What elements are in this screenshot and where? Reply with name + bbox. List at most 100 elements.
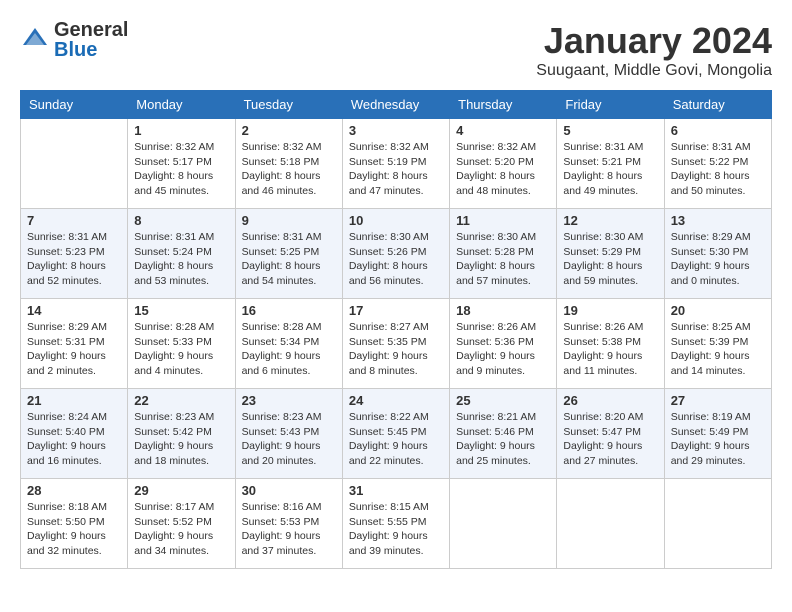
day-number: 12 <box>563 213 657 228</box>
calendar-cell: 22 Sunrise: 8:23 AM Sunset: 5:42 PM Dayli… <box>128 389 235 479</box>
calendar-cell: 2 Sunrise: 8:32 AM Sunset: 5:18 PM Daylig… <box>235 119 342 209</box>
calendar-cell: 5 Sunrise: 8:31 AM Sunset: 5:21 PM Daylig… <box>557 119 664 209</box>
calendar-week-row: 7 Sunrise: 8:31 AM Sunset: 5:23 PM Daylig… <box>21 209 772 299</box>
day-info: Sunrise: 8:26 AM Sunset: 5:36 PM Dayligh… <box>456 320 550 379</box>
day-number: 14 <box>27 303 121 318</box>
day-number: 1 <box>134 123 228 138</box>
day-number: 16 <box>242 303 336 318</box>
day-info: Sunrise: 8:18 AM Sunset: 5:50 PM Dayligh… <box>27 500 121 559</box>
calendar-cell: 27Sunrise: 8:19 AM Sunset: 5:49 PM Dayli… <box>664 389 771 479</box>
day-number: 6 <box>671 123 765 138</box>
calendar-cell: 21Sunrise: 8:24 AM Sunset: 5:40 PM Dayli… <box>21 389 128 479</box>
day-number: 20 <box>671 303 765 318</box>
day-info: Sunrise: 8:19 AM Sunset: 5:49 PM Dayligh… <box>671 410 765 469</box>
day-info: Sunrise: 8:30 AM Sunset: 5:26 PM Dayligh… <box>349 230 443 289</box>
day-info: Sunrise: 8:31 AM Sunset: 5:23 PM Dayligh… <box>27 230 121 289</box>
day-number: 31 <box>349 483 443 498</box>
day-number: 5 <box>563 123 657 138</box>
calendar-cell: 30 Sunrise: 8:16 AM Sunset: 5:53 PM Dayli… <box>235 479 342 569</box>
day-info: Sunrise: 8:32 AM Sunset: 5:20 PM Dayligh… <box>456 140 550 199</box>
day-info: Sunrise: 8:29 AM Sunset: 5:30 PM Dayligh… <box>671 230 765 289</box>
logo-general-text: General <box>54 20 128 40</box>
day-number: 29 <box>134 483 228 498</box>
calendar-cell <box>450 479 557 569</box>
calendar-cell <box>21 119 128 209</box>
calendar-cell: 14 Sunrise: 8:29 AM Sunset: 5:31 PM Dayli… <box>21 299 128 389</box>
calendar-week-row: 21Sunrise: 8:24 AM Sunset: 5:40 PM Dayli… <box>21 389 772 479</box>
day-info: Sunrise: 8:31 AM Sunset: 5:25 PM Dayligh… <box>242 230 336 289</box>
logo-blue-text: Blue <box>54 40 128 60</box>
day-info: Sunrise: 8:26 AM Sunset: 5:38 PM Dayligh… <box>563 320 657 379</box>
calendar-cell: 20Sunrise: 8:25 AM Sunset: 5:39 PM Dayli… <box>664 299 771 389</box>
calendar-cell: 16 Sunrise: 8:28 AM Sunset: 5:34 PM Dayli… <box>235 299 342 389</box>
day-number: 3 <box>349 123 443 138</box>
calendar-day-header: Wednesday <box>342 91 449 119</box>
calendar-cell: 4Sunrise: 8:32 AM Sunset: 5:20 PM Daylig… <box>450 119 557 209</box>
calendar-cell: 29 Sunrise: 8:17 AM Sunset: 5:52 PM Dayli… <box>128 479 235 569</box>
calendar-day-header: Saturday <box>664 91 771 119</box>
calendar-cell: 17Sunrise: 8:27 AM Sunset: 5:35 PM Dayli… <box>342 299 449 389</box>
day-number: 11 <box>456 213 550 228</box>
day-number: 25 <box>456 393 550 408</box>
calendar-cell: 1 Sunrise: 8:32 AM Sunset: 5:17 PM Daylig… <box>128 119 235 209</box>
day-number: 2 <box>242 123 336 138</box>
day-number: 10 <box>349 213 443 228</box>
page-header: General Blue January 2024 Suugaant, Midd… <box>20 20 772 80</box>
calendar-cell: 7 Sunrise: 8:31 AM Sunset: 5:23 PM Daylig… <box>21 209 128 299</box>
day-number: 13 <box>671 213 765 228</box>
day-info: Sunrise: 8:16 AM Sunset: 5:53 PM Dayligh… <box>242 500 336 559</box>
day-number: 21 <box>27 393 121 408</box>
calendar-cell: 18 Sunrise: 8:26 AM Sunset: 5:36 PM Dayli… <box>450 299 557 389</box>
day-info: Sunrise: 8:31 AM Sunset: 5:24 PM Dayligh… <box>134 230 228 289</box>
day-info: Sunrise: 8:31 AM Sunset: 5:22 PM Dayligh… <box>671 140 765 199</box>
day-number: 9 <box>242 213 336 228</box>
day-number: 28 <box>27 483 121 498</box>
day-info: Sunrise: 8:32 AM Sunset: 5:18 PM Dayligh… <box>242 140 336 199</box>
calendar-cell: 12 Sunrise: 8:30 AM Sunset: 5:29 PM Dayli… <box>557 209 664 299</box>
calendar-table: SundayMondayTuesdayWednesdayThursdayFrid… <box>20 90 772 569</box>
day-info: Sunrise: 8:27 AM Sunset: 5:35 PM Dayligh… <box>349 320 443 379</box>
calendar-cell: 6 Sunrise: 8:31 AM Sunset: 5:22 PM Daylig… <box>664 119 771 209</box>
day-number: 18 <box>456 303 550 318</box>
title-area: January 2024 Suugaant, Middle Govi, Mong… <box>536 20 772 80</box>
calendar-day-header: Thursday <box>450 91 557 119</box>
calendar-cell: 8 Sunrise: 8:31 AM Sunset: 5:24 PM Daylig… <box>128 209 235 299</box>
day-info: Sunrise: 8:23 AM Sunset: 5:43 PM Dayligh… <box>242 410 336 469</box>
calendar-cell: 13 Sunrise: 8:29 AM Sunset: 5:30 PM Dayli… <box>664 209 771 299</box>
logo-text: General Blue <box>54 20 128 60</box>
calendar-cell: 19 Sunrise: 8:26 AM Sunset: 5:38 PM Dayli… <box>557 299 664 389</box>
location: Suugaant, Middle Govi, Mongolia <box>536 62 772 80</box>
day-info: Sunrise: 8:31 AM Sunset: 5:21 PM Dayligh… <box>563 140 657 199</box>
day-number: 24 <box>349 393 443 408</box>
day-info: Sunrise: 8:32 AM Sunset: 5:19 PM Dayligh… <box>349 140 443 199</box>
calendar-cell: 9 Sunrise: 8:31 AM Sunset: 5:25 PM Daylig… <box>235 209 342 299</box>
day-number: 30 <box>242 483 336 498</box>
day-info: Sunrise: 8:30 AM Sunset: 5:29 PM Dayligh… <box>563 230 657 289</box>
day-info: Sunrise: 8:17 AM Sunset: 5:52 PM Dayligh… <box>134 500 228 559</box>
calendar-header-row: SundayMondayTuesdayWednesdayThursdayFrid… <box>21 91 772 119</box>
day-info: Sunrise: 8:20 AM Sunset: 5:47 PM Dayligh… <box>563 410 657 469</box>
day-info: Sunrise: 8:23 AM Sunset: 5:42 PM Dayligh… <box>134 410 228 469</box>
day-info: Sunrise: 8:32 AM Sunset: 5:17 PM Dayligh… <box>134 140 228 199</box>
calendar-week-row: 1 Sunrise: 8:32 AM Sunset: 5:17 PM Daylig… <box>21 119 772 209</box>
day-number: 22 <box>134 393 228 408</box>
calendar-cell: 3 Sunrise: 8:32 AM Sunset: 5:19 PM Daylig… <box>342 119 449 209</box>
calendar-cell: 23Sunrise: 8:23 AM Sunset: 5:43 PM Dayli… <box>235 389 342 479</box>
day-number: 19 <box>563 303 657 318</box>
day-number: 8 <box>134 213 228 228</box>
day-number: 7 <box>27 213 121 228</box>
calendar-cell: 31Sunrise: 8:15 AM Sunset: 5:55 PM Dayli… <box>342 479 449 569</box>
day-info: Sunrise: 8:30 AM Sunset: 5:28 PM Dayligh… <box>456 230 550 289</box>
day-info: Sunrise: 8:28 AM Sunset: 5:34 PM Dayligh… <box>242 320 336 379</box>
calendar-cell: 26 Sunrise: 8:20 AM Sunset: 5:47 PM Dayli… <box>557 389 664 479</box>
calendar-cell: 11 Sunrise: 8:30 AM Sunset: 5:28 PM Dayli… <box>450 209 557 299</box>
day-info: Sunrise: 8:29 AM Sunset: 5:31 PM Dayligh… <box>27 320 121 379</box>
calendar-cell <box>664 479 771 569</box>
day-number: 15 <box>134 303 228 318</box>
calendar-day-header: Friday <box>557 91 664 119</box>
calendar-day-header: Sunday <box>21 91 128 119</box>
calendar-week-row: 14 Sunrise: 8:29 AM Sunset: 5:31 PM Dayli… <box>21 299 772 389</box>
calendar-cell <box>557 479 664 569</box>
calendar-cell: 24Sunrise: 8:22 AM Sunset: 5:45 PM Dayli… <box>342 389 449 479</box>
day-number: 26 <box>563 393 657 408</box>
